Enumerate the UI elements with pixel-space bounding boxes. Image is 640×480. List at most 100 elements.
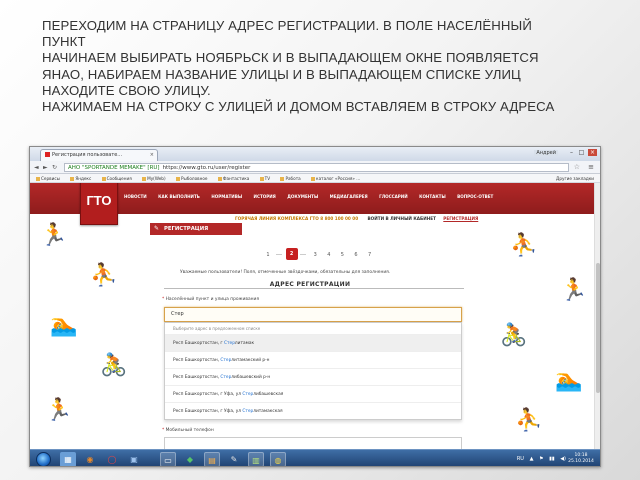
powerpoint-app-icon[interactable]: ▤: [204, 452, 220, 466]
dropdown-hint: Выберите адрес в предложенном списке: [173, 326, 261, 331]
required-fields-notice: Уважаемые пользователи! Поля, отмеченные…: [180, 270, 391, 275]
firefox-app-icon[interactable]: ◉: [82, 452, 98, 466]
reload-icon[interactable]: ↻: [52, 164, 57, 171]
opera-app-icon[interactable]: ◯: [104, 452, 120, 466]
address-input[interactable]: Стер: [164, 307, 462, 322]
web-page: 🏃 ⛹ 🏊 🚴 🏃 ⛹ 🏃 🚴 🏊 ⛹ ГТО НОВОСТИ КАК ВЫПОЛНИТ…: [30, 183, 600, 449]
browser-tab[interactable]: Регистрация пользовате... ×: [40, 149, 158, 161]
maximize-icon[interactable]: □: [577, 149, 586, 156]
athlete-pattern-right: ⛹ 🏃 🚴 🏊 ⛹: [500, 233, 588, 433]
address-field-label-text: Населённый пункт и улица проживания: [165, 297, 260, 302]
hotline-text: ГОРЯЧАЯ ЛИНИЯ КОМПЛЕКСА ГТО 8 800 100 00…: [235, 216, 359, 221]
nav-item-glossary[interactable]: ГЛОССАРИЙ: [379, 194, 408, 199]
nav-item-history[interactable]: ИСТОРИЯ: [254, 194, 276, 199]
bookmark-item[interactable]: Сервисы: [36, 176, 60, 181]
scrollbar-thumb[interactable]: [596, 263, 600, 393]
slide-heading-line: пункт: [42, 34, 86, 50]
phone-field-label: * Мобильный телефон: [162, 428, 214, 433]
profile-button[interactable]: Андрей: [534, 150, 558, 156]
suggestion-item[interactable]: Респ Башкортостан, г Уфа, ул Стерлибашев…: [165, 385, 461, 402]
bookmark-item[interactable]: My(Web): [142, 176, 166, 181]
suggestion-item[interactable]: Респ Башкортостан, Стерлибашевский р-н: [165, 368, 461, 385]
step-5[interactable]: 5: [336, 252, 348, 258]
bookmarks-bar: Сервисы Яндекс Сообщения My(Web) Рыболов…: [30, 174, 600, 183]
url-input[interactable]: АНО "SPORTANDE MEMAKE" [RU] https://www.g…: [64, 163, 569, 172]
step-1[interactable]: 1: [262, 252, 274, 258]
registration-ribbon: РЕГИСТРАЦИЯ: [150, 223, 242, 235]
bookmark-item[interactable]: Работа: [280, 176, 300, 181]
language-indicator[interactable]: RU: [517, 456, 524, 462]
window-close-icon[interactable]: ×: [588, 149, 597, 156]
step-3[interactable]: 3: [309, 252, 321, 258]
browser-screenshot: Регистрация пользовате... × Андрей – □ ×…: [29, 146, 601, 467]
slide-heading-line: Начинаем выбирать Ноябрьск и в выпадающе…: [42, 50, 539, 66]
nav-item-documents[interactable]: ДОКУМЕНТЫ: [287, 194, 318, 199]
minimize-icon[interactable]: –: [567, 149, 576, 156]
suggestion-item[interactable]: Респ Башкортостан, г Уфа, ул Стерлитамак…: [165, 402, 461, 419]
login-link[interactable]: ВОЙТИ В ЛИЧНЫЙ КАБИНЕТ: [367, 216, 435, 221]
bookmark-item[interactable]: Рыболовное: [176, 176, 208, 181]
register-link[interactable]: РЕГИСТРАЦИЯ: [443, 216, 478, 221]
media-app-icon[interactable]: ▣: [126, 452, 142, 466]
required-mark: *: [162, 297, 165, 302]
volume-icon[interactable]: ◀): [560, 456, 566, 462]
bookmark-star-icon[interactable]: ☆: [574, 163, 580, 171]
clock-date: 25.10.2014: [568, 459, 594, 464]
slide-heading-line: Нажимаем на строку с улицей и домом вста…: [42, 99, 555, 115]
site-header: ГТО НОВОСТИ КАК ВЫПОЛНИТЬ НОРМАТИВЫ ИСТО…: [30, 183, 600, 225]
step-4[interactable]: 4: [323, 252, 335, 258]
action-center-icon[interactable]: ⚑: [539, 456, 543, 462]
nav-item-norms[interactable]: НОРМАТИВЫ: [211, 194, 242, 199]
back-arrow-icon[interactable]: ◄: [34, 164, 39, 171]
desktop-app-icon[interactable]: ▭: [160, 452, 176, 466]
gto-favicon-icon: [45, 152, 50, 157]
nav-item-how-to[interactable]: КАК ВЫПОЛНИТЬ: [158, 194, 200, 199]
nav-item-faq[interactable]: ВОПРОС-ОТВЕТ: [457, 194, 493, 199]
bookmark-item[interactable]: каталог «Россия» ...: [311, 176, 360, 181]
gto-logo[interactable]: ГТО: [80, 183, 118, 225]
nav-item-contacts[interactable]: КОНТАКТЫ: [419, 194, 446, 199]
tab-title: Регистрация пользовате...: [52, 152, 123, 158]
nav-item-media[interactable]: МЕДИАГАЛЕРЕЯ: [330, 194, 368, 199]
title-divider: [164, 288, 464, 289]
address-bar: ◄ ► ↻ АНО "SPORTANDE MEMAKE" [RU] https:/…: [30, 161, 600, 174]
bookmark-item[interactable]: Сообщения: [102, 176, 132, 181]
bookmark-item[interactable]: Яндекс: [70, 176, 91, 181]
slide-heading-line: ЯНАО, набираем название улицы и в выпада…: [42, 66, 521, 82]
browser-tabstrip: Регистрация пользовате... × Андрей – □ ×: [30, 147, 600, 161]
nav-item-news[interactable]: НОВОСТИ: [124, 194, 147, 199]
required-mark: *: [162, 428, 165, 433]
system-tray: RU ▲ ⚑ ▮▮ ◀): [513, 456, 566, 462]
step-2-active[interactable]: 2: [285, 248, 298, 260]
browser-menu-icon[interactable]: ≡: [588, 163, 594, 171]
bookmark-item[interactable]: Фантастика: [218, 176, 249, 181]
phone-input[interactable]: [164, 437, 462, 449]
forward-arrow-icon[interactable]: ►: [43, 164, 48, 171]
folder-app-icon[interactable]: ▥: [248, 452, 264, 466]
network-icon[interactable]: ▮▮: [549, 456, 555, 462]
chrome-app-icon[interactable]: ◍: [270, 452, 286, 466]
address-field-label: * Населённый пункт и улица проживания: [162, 297, 259, 302]
word-app-icon[interactable]: ◆: [182, 452, 198, 466]
step-6[interactable]: 6: [350, 252, 362, 258]
address-suggestions-dropdown: Выберите адрес в предложенном списке Рес…: [164, 322, 462, 420]
suggestion-item[interactable]: Респ Башкортостан, Стерлитамакский р-н: [165, 351, 461, 368]
url-text: https://www.gto.ru/user/register: [162, 165, 251, 171]
tray-expand-icon[interactable]: ▲: [530, 456, 534, 462]
windows-taskbar: ▦ ◉ ◯ ▣ ▭ ◆ ▤ ✎ ▥ ◍ RU ▲ ⚑ ▮▮ ◀) 10:18 2…: [30, 449, 600, 466]
secure-badge: АНО "SPORTANDE MEMAKE" [RU]: [68, 165, 160, 171]
start-button-icon[interactable]: [36, 452, 51, 466]
step-7[interactable]: 7: [364, 252, 376, 258]
bookmark-item[interactable]: TV: [260, 176, 270, 181]
explorer-app-icon[interactable]: ▦: [60, 452, 76, 466]
main-nav: НОВОСТИ КАК ВЫПОЛНИТЬ НОРМАТИВЫ ИСТОРИЯ …: [124, 194, 503, 199]
tab-close-icon[interactable]: ×: [150, 152, 154, 158]
suggestion-item[interactable]: Респ Башкортостан, г Стерлитамак: [165, 334, 461, 351]
registration-steps: 1 2 3 4 5 6 7: [262, 248, 376, 260]
registration-panel: РЕГИСТРАЦИЯ 1 2 3 4 5 6 7 Уважаемые поль…: [150, 223, 482, 449]
page-scrollbar[interactable]: [594, 183, 600, 449]
slide-heading-line: Переходим на страницу адрес регистрации.…: [42, 18, 532, 33]
taskbar-clock[interactable]: 10:18 25.10.2014: [568, 453, 594, 465]
other-bookmarks[interactable]: Другие закладки: [556, 176, 594, 181]
paint-app-icon[interactable]: ✎: [226, 452, 242, 466]
